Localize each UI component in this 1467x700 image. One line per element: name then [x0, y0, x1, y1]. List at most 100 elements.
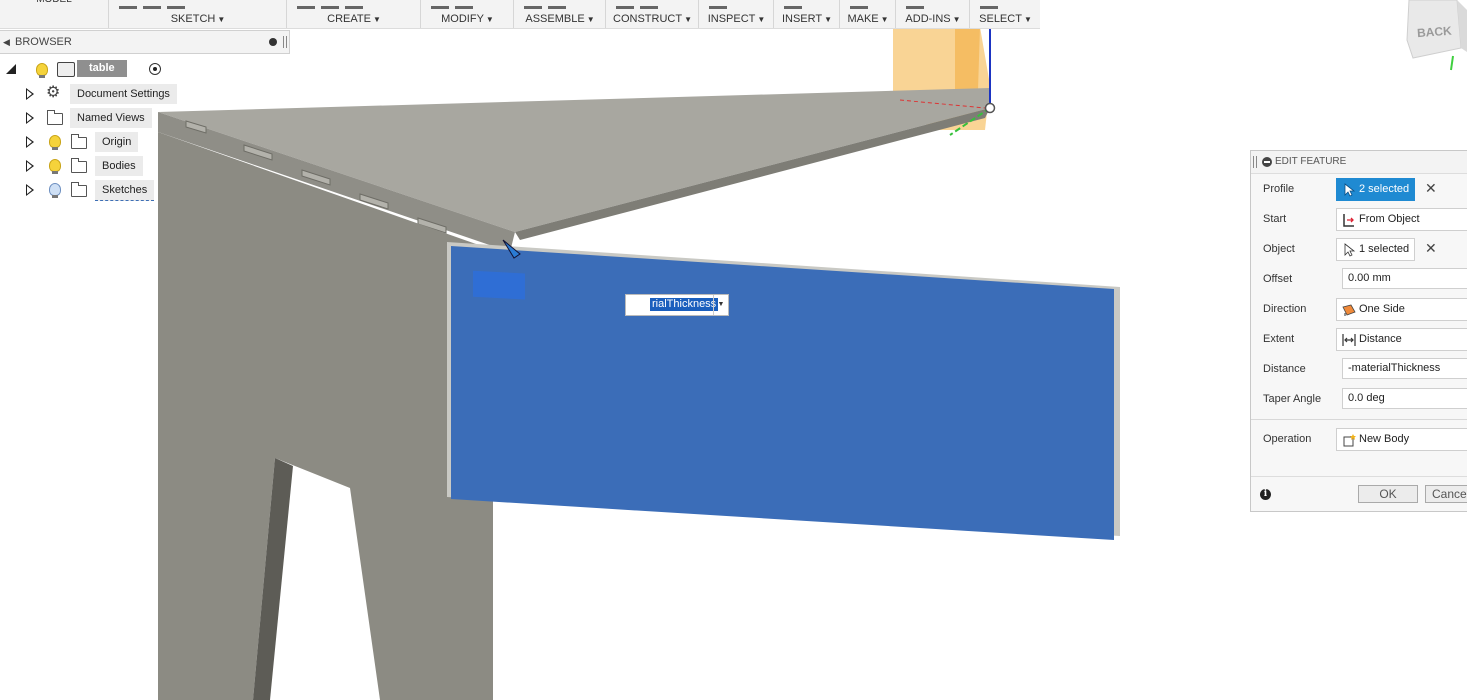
start-label: Start: [1263, 213, 1287, 225]
extent-label: Extent: [1263, 333, 1295, 345]
browser-collapse-icon[interactable]: ◀: [3, 31, 10, 53]
operation-row: Operation New Body: [1251, 425, 1467, 455]
direction-dropdown[interactable]: One Side: [1336, 298, 1467, 321]
expand-arrow-icon[interactable]: [26, 160, 34, 172]
extent-dropdown[interactable]: Distance: [1336, 328, 1467, 351]
object-selector[interactable]: 1 selected: [1336, 238, 1415, 261]
expand-arrow-icon[interactable]: [26, 136, 34, 148]
assemble-menu[interactable]: ASSEMBLE ▼: [514, 13, 606, 25]
profile-selector[interactable]: 2 selected: [1336, 178, 1415, 201]
browser-header[interactable]: ◀ BROWSER: [0, 30, 290, 54]
insert-menu[interactable]: INSERT ▼: [774, 13, 840, 25]
distance-input-box[interactable]: rialThickness ▼: [625, 294, 729, 316]
extent-value: Distance: [1359, 333, 1402, 345]
selected-face[interactable]: [451, 246, 1114, 540]
direction-row: Direction One Side: [1251, 295, 1467, 325]
distance-input-value[interactable]: rialThickness: [648, 297, 720, 312]
tree-item-label[interactable]: Origin: [95, 132, 139, 152]
cancel-button-label: Cancel: [1432, 487, 1467, 501]
operation-label: Operation: [1263, 433, 1312, 445]
from-object-icon: [1343, 214, 1354, 227]
divider: [1251, 419, 1467, 420]
tree-root-label[interactable]: table v11: [77, 60, 127, 91]
cancel-button[interactable]: Cancel: [1425, 485, 1467, 503]
expand-arrow-icon[interactable]: [26, 184, 34, 196]
visibility-bulb-icon[interactable]: [49, 135, 61, 150]
browser-options-icon[interactable]: [269, 38, 277, 46]
viewcube-face-label: BACK: [1417, 24, 1453, 40]
visibility-bulb-off-icon[interactable]: [49, 183, 61, 198]
sketch-group[interactable]: SKETCH ▼: [108, 0, 287, 28]
taper-angle-label: Taper Angle: [1263, 393, 1322, 405]
new-body-icon: [1343, 434, 1356, 447]
profile-label: Profile: [1263, 183, 1295, 195]
create-menu[interactable]: CREATE ▼: [287, 13, 421, 25]
panel-grip-handle[interactable]: [1253, 156, 1257, 168]
panel-title: EDIT FEATURE: [1275, 156, 1347, 167]
modify-menu[interactable]: MODIFY ▼: [421, 13, 514, 25]
gear-icon: ⚙: [46, 84, 61, 101]
insert-group[interactable]: INSERT ▼: [773, 0, 840, 28]
collapse-icon[interactable]: [1262, 157, 1272, 167]
taper-angle-row: Taper Angle 0.0 deg: [1251, 385, 1467, 415]
offset-label: Offset: [1263, 273, 1293, 285]
direction-value: One Side: [1359, 303, 1405, 315]
tree-item-label[interactable]: Bodies: [95, 156, 143, 176]
browser-title: BROWSER: [15, 36, 72, 48]
modify-group[interactable]: MODIFY ▼: [420, 0, 514, 28]
activate-radio-icon[interactable]: [149, 63, 161, 75]
manipulator-square[interactable]: [473, 270, 525, 300]
operation-dropdown[interactable]: New Body: [1336, 428, 1467, 451]
origin-point[interactable]: [984, 102, 996, 114]
component-icon: [57, 62, 75, 77]
profile-value: 2 selected: [1359, 183, 1410, 195]
make-menu[interactable]: MAKE ▼: [840, 13, 896, 25]
construct-menu[interactable]: CONSTRUCT ▼: [606, 13, 699, 25]
expand-arrow-icon[interactable]: [26, 88, 34, 100]
info-icon[interactable]: i: [1260, 489, 1271, 500]
chevron-down-icon[interactable]: ▼: [713, 295, 728, 315]
visibility-bulb-icon[interactable]: [49, 159, 61, 174]
create-group[interactable]: CREATE ▼: [286, 0, 421, 28]
ok-button[interactable]: OK: [1358, 485, 1418, 503]
offset-value: 0.00 mm: [1348, 272, 1391, 284]
viewcube[interactable]: BACK: [1395, 0, 1467, 72]
offset-row: Offset 0.00 mm: [1251, 265, 1467, 295]
expand-arrow-icon[interactable]: [26, 112, 34, 124]
offset-input[interactable]: 0.00 mm: [1342, 268, 1467, 289]
clear-profile-icon[interactable]: ✕: [1425, 180, 1437, 197]
folder-icon: [47, 110, 63, 125]
inspect-menu[interactable]: INSPECT ▼: [699, 13, 774, 25]
sketch-menu[interactable]: SKETCH ▼: [109, 13, 287, 25]
select-menu[interactable]: SELECT ▼: [970, 13, 1041, 25]
profile-row: Profile 2 selected ✕: [1251, 175, 1467, 205]
edit-feature-panel: EDIT FEATURE Profile 2 selected ✕ Start …: [1250, 150, 1467, 512]
folder-icon: [71, 182, 87, 197]
workspace-switcher[interactable]: MODEL: [0, 0, 108, 8]
tree-item-label[interactable]: Sketches: [95, 180, 155, 201]
extent-row: Extent Distance: [1251, 325, 1467, 355]
distance-input[interactable]: -materialThickness: [1342, 358, 1467, 379]
construct-group[interactable]: CONSTRUCT ▼: [605, 0, 699, 28]
add-ins-group[interactable]: ADD-INS ▼: [895, 0, 970, 28]
expanded-triangle-icon[interactable]: [6, 64, 16, 74]
operation-value: New Body: [1359, 433, 1410, 445]
viewcube-y-axis: [1450, 55, 1454, 71]
assemble-group[interactable]: ASSEMBLE ▼: [513, 0, 606, 28]
edit-feature-header[interactable]: EDIT FEATURE: [1251, 151, 1467, 174]
browser-grip-handle[interactable]: [283, 36, 287, 48]
object-row: Object 1 selected ✕: [1251, 235, 1467, 265]
tree-item-label[interactable]: Document Settings: [70, 84, 177, 104]
taper-angle-input[interactable]: 0.0 deg: [1342, 388, 1467, 409]
make-group[interactable]: MAKE ▼: [839, 0, 896, 28]
tree-item-label[interactable]: Named Views: [70, 108, 152, 128]
visibility-bulb-icon[interactable]: [36, 63, 48, 78]
inspect-group[interactable]: INSPECT ▼: [698, 0, 774, 28]
clear-object-icon[interactable]: ✕: [1425, 240, 1437, 257]
start-dropdown[interactable]: From Object: [1336, 208, 1467, 231]
add-ins-menu[interactable]: ADD-INS ▼: [896, 13, 970, 25]
direction-label: Direction: [1263, 303, 1307, 315]
browser-panel: ◀ BROWSER: [0, 30, 290, 54]
select-group[interactable]: SELECT ▼: [969, 0, 1041, 28]
3d-viewport[interactable]: [0, 0, 1467, 700]
